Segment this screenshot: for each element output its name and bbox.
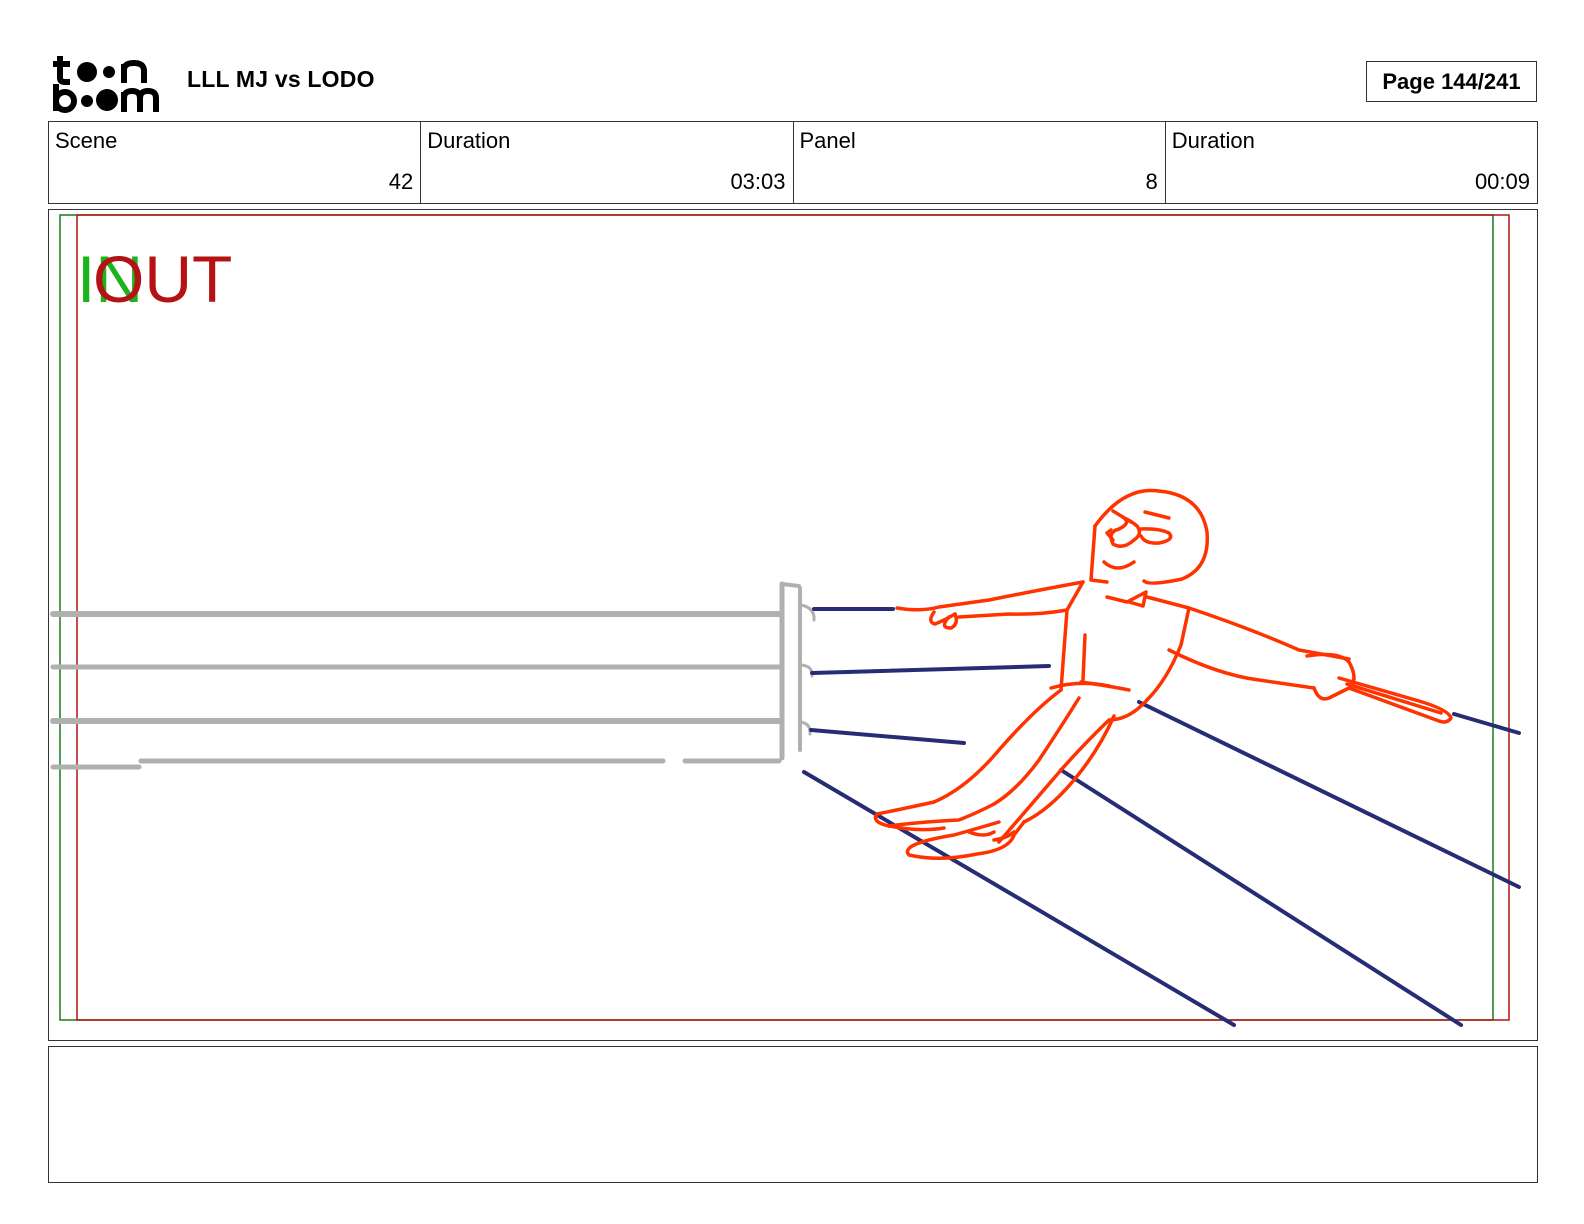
green-frame-guide (59, 214, 1494, 1021)
panel-duration-value: 00:09 (1474, 169, 1530, 194)
scene-value: 42 (388, 169, 414, 194)
panel-duration-label: Duration (1171, 128, 1255, 153)
panel-notes-area (48, 1046, 1538, 1183)
out-marker: OUT (93, 242, 232, 316)
ring-ropes (802, 607, 1521, 1027)
page-number: Page 144/241 (1366, 61, 1537, 102)
panel-label: Panel (799, 128, 856, 153)
scene-duration-cell: Duration 03:03 (421, 122, 794, 203)
panel-cell: Panel 8 (794, 122, 1166, 203)
background-ropes (50, 581, 816, 770)
panel-duration-cell: Duration 00:09 (1166, 122, 1537, 203)
panel-value: 8 (1145, 169, 1158, 194)
storyboard-panel: IN OUT (48, 209, 1538, 1041)
scene-info-table: Scene 42 Duration 03:03 Panel 8 Duration… (48, 121, 1538, 204)
scene-cell: Scene 42 (49, 122, 422, 203)
scene-label: Scene (55, 128, 118, 153)
scene-duration-label: Duration (427, 128, 511, 153)
red-frame-guide (76, 214, 1510, 1021)
toon-boom-logo (53, 56, 159, 113)
project-title: LLL MJ vs LODO (187, 66, 375, 92)
character-sketch (873, 488, 1453, 861)
scene-duration-value: 03:03 (730, 169, 786, 194)
panel-drawing: IN OUT (50, 214, 1521, 1027)
